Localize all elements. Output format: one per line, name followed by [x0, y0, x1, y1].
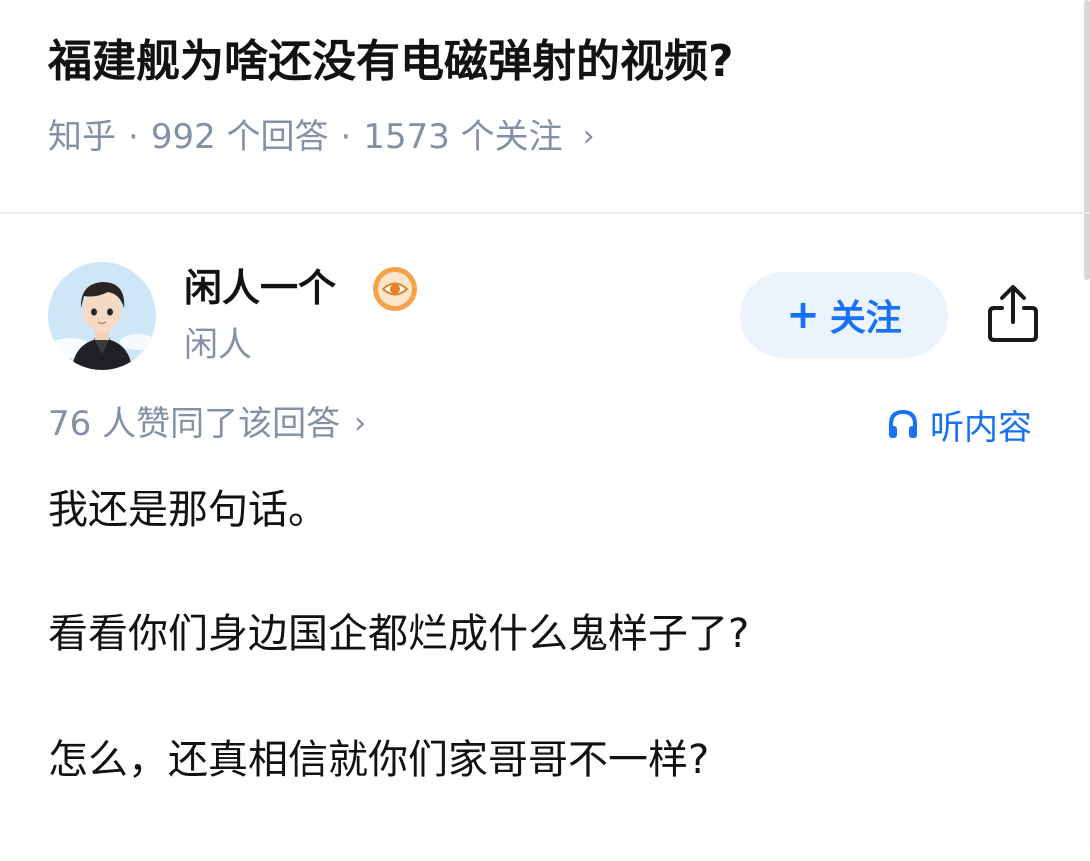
divider	[0, 212, 1090, 214]
avatar[interactable]	[48, 262, 156, 370]
listen-label: 听内容	[930, 407, 1032, 448]
answer-paragraph: 怎么，还真相信就你们家哥哥不一样?	[48, 737, 710, 783]
answer-paragraph: 看看你们身边国企都烂成什么鬼样子了?	[48, 611, 750, 657]
question-title[interactable]: 福建舰为啥还没有电磁弹射的视频?	[48, 28, 734, 96]
meta-separator: ·	[340, 117, 352, 157]
share-icon[interactable]	[984, 282, 1042, 344]
question-meta[interactable]: 知乎 · 992 个回答 · 1573 个关注 ›	[48, 114, 595, 160]
headphones-icon	[889, 409, 917, 438]
vote-count[interactable]: 76 人赞同了该回答 ›	[48, 400, 366, 448]
chevron-right-icon: ›	[582, 119, 595, 154]
answer-count: 992 个回答	[150, 117, 329, 157]
eye-icon	[372, 266, 418, 312]
source-label: 知乎	[48, 117, 116, 157]
author-bio: 闲人	[184, 325, 252, 365]
plus-icon: +	[786, 292, 820, 338]
follow-button[interactable]: + 关注	[740, 272, 948, 358]
listen-button[interactable]: 听内容	[886, 400, 1032, 448]
chevron-right-icon: ›	[354, 406, 367, 441]
vote-count-label: 76 人赞同了该回答	[48, 404, 341, 444]
follow-count: 1573 个关注	[363, 117, 563, 157]
follow-label: 关注	[829, 298, 902, 339]
answer-paragraph: 我还是那句话。	[48, 487, 328, 533]
author-name[interactable]: 闲人一个	[184, 262, 336, 314]
meta-separator: ·	[128, 117, 139, 157]
avatar-illustration	[48, 262, 156, 370]
question-header: 福建舰为啥还没有电磁弹射的视频? 知乎 · 992 个回答 · 1573 个关注…	[0, 0, 1090, 212]
